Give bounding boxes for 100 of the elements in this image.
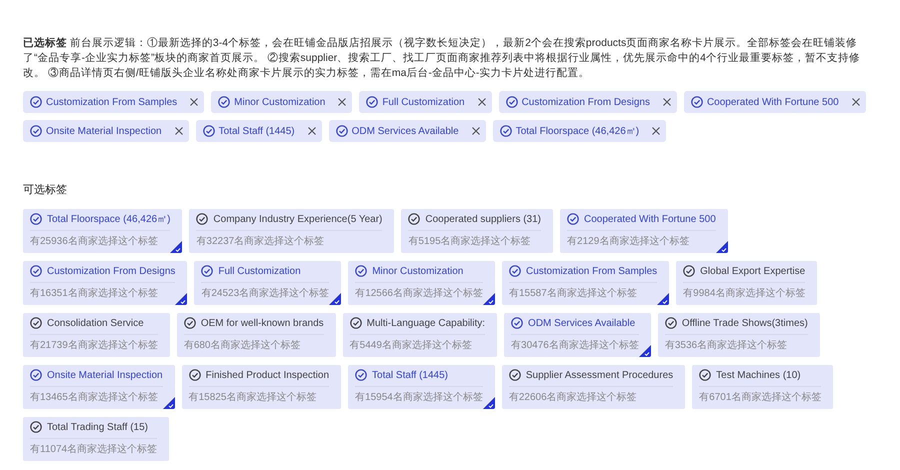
check-circle-icon	[218, 96, 230, 108]
close-icon[interactable]	[470, 126, 481, 136]
check-circle-icon	[366, 96, 378, 108]
check-circle-icon	[336, 125, 348, 137]
check-circle-icon	[202, 125, 215, 137]
check-circle-icon	[683, 265, 696, 277]
close-icon[interactable]	[189, 97, 200, 107]
check-circle-icon	[30, 317, 42, 329]
tag-card[interactable]: Cooperated With Fortune 500 有2129名商家选择这个标签	[560, 208, 728, 252]
tag-label: Test Machines (10)	[716, 368, 801, 382]
check-circle-icon	[567, 213, 580, 225]
usage-count: 有9984名商家选择这个标签	[683, 286, 806, 300]
selected-corner-icon	[170, 240, 182, 252]
tag-label: Company Industry Experience(5 Year)	[213, 212, 382, 226]
tag-label: Customization From Designs	[47, 264, 176, 278]
usage-count: 有3536名商家选择这个标签	[664, 338, 788, 352]
check-circle-icon	[350, 317, 362, 329]
usage-count: 有11074名商家选择这个标签	[30, 442, 158, 456]
tag-card[interactable]: OEM for well-known brands 有680名商家选择这个标签	[176, 312, 336, 356]
close-icon[interactable]	[651, 126, 662, 136]
check-circle-icon	[699, 369, 712, 381]
close-icon[interactable]	[174, 126, 184, 136]
tag-label: Finished Product Inspection	[206, 368, 330, 382]
check-circle-icon	[690, 96, 703, 108]
check-circle-icon	[196, 213, 208, 225]
tag-card[interactable]: Total Staff (1445) 有15954名商家选择这个标签	[348, 364, 495, 408]
check-circle-icon	[30, 213, 42, 225]
tag-card[interactable]: ODM Services Available 有30476名商家选择这个标签	[504, 312, 651, 356]
usage-count: 有13465名商家选择这个标签	[30, 390, 159, 404]
tag-card[interactable]: Customization From Samples 有15587名商家选择这个标签	[502, 260, 670, 304]
tag-card[interactable]: Total Trading Staff (15) 有11074名商家选择这个标签	[23, 416, 170, 460]
usage-count: 有21739名商家选择这个标签	[30, 338, 158, 352]
tag-label: Customization From Designs	[522, 96, 650, 110]
tag-card[interactable]: Company Industry Experience(5 Year) 有32237名商家选择这个标签	[189, 208, 394, 252]
usage-count: 有15587名商家选择这个标签	[509, 286, 638, 300]
tag-label: Total Staff (1445)	[218, 124, 295, 138]
tag-card[interactable]: Full Customization 有24523名商家选择这个标签	[194, 260, 342, 304]
close-icon[interactable]	[337, 97, 348, 107]
tag-card[interactable]: Finished Product Inspection 有15825名商家选择这个标签	[182, 364, 342, 408]
selected-corner-icon	[483, 292, 495, 304]
tag-label: Onsite Material Inspection	[46, 124, 162, 138]
check-circle-icon	[664, 317, 677, 329]
selected-corner-icon	[716, 240, 728, 252]
tag-label: Cooperated With Fortune 500	[584, 212, 716, 226]
close-icon[interactable]	[306, 126, 317, 136]
usage-count: 有30476名商家选择这个标签	[511, 338, 639, 352]
usage-count: 有15825名商家选择这个标签	[188, 390, 318, 404]
usage-count: 有16351名商家选择这个标签	[30, 286, 159, 300]
tag-card[interactable]: Supplier Assessment Procedures 有22606名商家选择这个标签	[502, 364, 686, 408]
close-icon[interactable]	[476, 97, 487, 107]
tag-label: Total Staff (1445)	[372, 368, 448, 382]
selected-corner-icon	[657, 292, 670, 304]
usage-count: 有5449名商家选择这个标签	[350, 338, 473, 352]
tag-card[interactable]: Onsite Material Inspection 有13465名商家选择这个标签	[23, 364, 175, 408]
usage-count: 有5195名商家选择这个标签	[408, 234, 532, 248]
tag-label: Customization From Samples	[46, 96, 178, 110]
tag-label: Cooperated suppliers (31)	[425, 212, 542, 226]
tag-label: Consolidation Service	[47, 316, 144, 330]
tag-label: ODM Services Available	[528, 316, 636, 330]
selected-corner-icon	[175, 292, 188, 304]
check-circle-icon	[30, 265, 42, 277]
check-circle-icon	[30, 421, 42, 433]
check-circle-icon	[188, 369, 201, 381]
check-circle-icon	[201, 265, 214, 277]
tag-label: Supplier Assessment Procedures	[526, 368, 674, 382]
check-circle-icon	[408, 213, 420, 225]
tag-label: Customization From Samples	[526, 264, 658, 278]
check-circle-icon	[30, 369, 42, 381]
usage-count: 有15954名商家选择这个标签	[355, 390, 483, 404]
tag-label: ODM Services Available	[352, 124, 459, 138]
tag-card[interactable]: Total Floorspace (46,426㎡) 有25936名商家选择这个标签	[23, 208, 182, 252]
close-icon[interactable]	[850, 97, 861, 107]
tag-card[interactable]: Global Export Expertise 有9984名商家选择这个标签	[676, 260, 818, 304]
check-circle-icon	[509, 265, 521, 277]
tag-card[interactable]: Cooperated suppliers (31) 有5195名商家选择这个标签	[401, 208, 554, 252]
selected-corner-icon	[162, 396, 175, 408]
tag-label: Full Customization	[218, 264, 301, 278]
tag-card[interactable]: Customization From Designs 有16351名商家选择这个标签	[23, 260, 188, 304]
usage-count: 有22606名商家选择这个标签	[508, 390, 638, 404]
check-circle-icon	[355, 265, 368, 277]
tag-label: Total Trading Staff (15)	[47, 420, 148, 434]
check-circle-icon	[506, 96, 518, 108]
usage-count: 有6701名商家选择这个标签	[699, 390, 822, 404]
usage-count: 有2129名商家选择这个标签	[567, 234, 690, 248]
close-icon[interactable]	[662, 97, 672, 107]
tag-label: Onsite Material Inspection	[47, 368, 163, 382]
tag-label: Total Floorspace (46,426㎡)	[516, 124, 640, 138]
check-circle-icon	[500, 125, 512, 137]
tag-card[interactable]: Test Machines (10) 有6701名商家选择这个标签	[692, 364, 834, 408]
check-circle-icon	[508, 369, 521, 381]
usage-count: 有32237名商家选择这个标签	[196, 234, 326, 248]
tag-card[interactable]: Minor Customization 有12566名商家选择这个标签	[348, 260, 495, 304]
tag-card[interactable]: Consolidation Service 有21739名商家选择这个标签	[23, 312, 170, 356]
tag-card[interactable]: Multi-Language Capability: 有5449名商家选择这个标签	[342, 312, 498, 356]
tag-card[interactable]: Offline Trade Shows(3times) 有3536名商家选择这个标签	[658, 312, 820, 356]
selected-corner-icon	[329, 292, 342, 304]
tag-label: Minor Customization	[372, 264, 464, 278]
usage-count: 有12566名商家选择这个标签	[355, 286, 483, 300]
tag-label: Minor Customization	[234, 96, 326, 110]
tag-label: Total Floorspace (46,426㎡)	[47, 212, 170, 226]
